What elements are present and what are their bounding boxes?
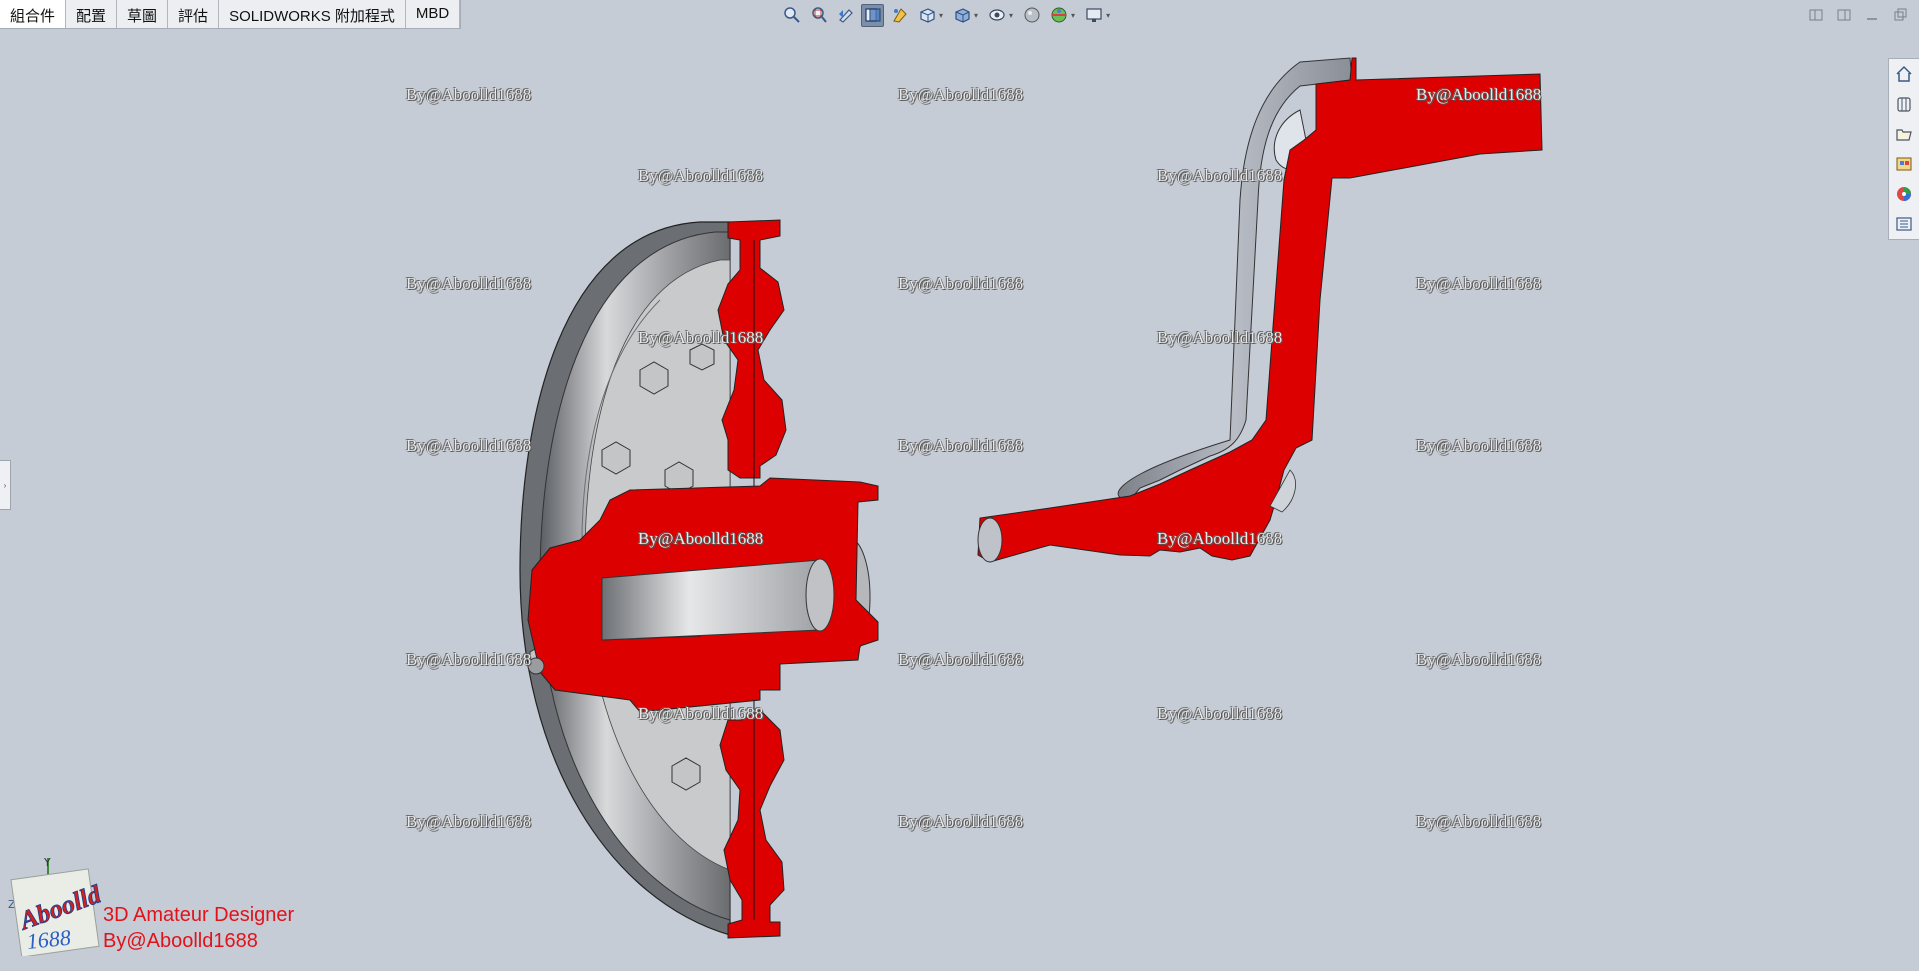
file-explorer-icon[interactable] xyxy=(1889,119,1919,149)
heads-up-view-toolbar: ▾ ▾ ▾ ▾ ▾ xyxy=(780,3,1113,27)
watermark: By@Aboolld1688 xyxy=(1416,812,1542,831)
display-style-icon[interactable] xyxy=(950,4,973,27)
tab-assembly[interactable]: 組合件 xyxy=(0,0,67,28)
watermark: By@Aboolld1688 xyxy=(898,85,1024,104)
task-pane xyxy=(1888,58,1919,240)
restore-icon[interactable] xyxy=(1891,6,1909,24)
watermark: By@Aboolld1688 xyxy=(638,166,764,185)
brand-line-2: By@Aboolld1688 xyxy=(103,930,258,952)
view-orientation-icon[interactable] xyxy=(915,4,938,27)
chevron-right-icon: › xyxy=(3,480,7,490)
tab-sketch[interactable]: 草圖 xyxy=(117,0,169,28)
minimize-icon[interactable] xyxy=(1863,6,1881,24)
tab-mbd[interactable]: MBD xyxy=(406,0,461,28)
logo-text-bottom: 1688 xyxy=(26,925,72,954)
view-settings-dropdown-icon[interactable]: ▾ xyxy=(1106,11,1110,20)
watermark: By@Aboolld1688 xyxy=(1416,85,1542,104)
watermark: By@Aboolld1688 xyxy=(1157,529,1283,548)
edit-appearance-icon[interactable] xyxy=(1020,4,1043,27)
apply-scene-dropdown-icon[interactable]: ▾ xyxy=(1071,11,1075,20)
hide-show-items-icon[interactable] xyxy=(985,4,1008,27)
tile-right-icon[interactable] xyxy=(1835,6,1853,24)
display-style-dropdown-icon[interactable]: ▾ xyxy=(974,11,978,20)
watermark: By@Aboolld1688 xyxy=(898,436,1024,455)
watermark: By@Aboolld1688 xyxy=(638,328,764,347)
watermark: By@Aboolld1688 xyxy=(1416,650,1542,669)
tab-solidworks-addins[interactable]: SOLIDWORKS 附加程式 xyxy=(219,0,406,28)
home-icon[interactable] xyxy=(1889,59,1919,89)
watermark: By@Aboolld1688 xyxy=(1416,274,1542,293)
zoom-to-area-icon[interactable] xyxy=(807,4,830,27)
watermark: By@Aboolld1688 xyxy=(1157,328,1283,347)
view-palette-icon[interactable] xyxy=(1889,149,1919,179)
appearances-icon[interactable] xyxy=(1889,179,1919,209)
watermark: By@Aboolld1688 xyxy=(406,812,532,831)
design-library-icon[interactable] xyxy=(1889,89,1919,119)
watermark: By@Aboolld1688 xyxy=(1157,704,1283,723)
watermark: By@Aboolld1688 xyxy=(1416,436,1542,455)
document-window-controls xyxy=(1807,6,1909,24)
brand-text: 3D Amateur Designer By@Aboolld1688 xyxy=(103,902,294,954)
dynamic-annotation-icon[interactable] xyxy=(888,4,911,27)
brand-line-1: 3D Amateur Designer xyxy=(103,904,295,926)
watermark: By@Aboolld1688 xyxy=(638,704,764,723)
watermark: By@Aboolld1688 xyxy=(898,650,1024,669)
arm-axle-assembly xyxy=(977,57,1543,563)
watermark: By@Aboolld1688 xyxy=(898,274,1024,293)
command-manager-tabs: 組合件 配置 草圖 評估 SOLIDWORKS 附加程式 MBD xyxy=(0,0,462,29)
reference-triad-logo: Y Z Aboolld 1688 xyxy=(6,856,106,961)
zoom-to-fit-icon[interactable] xyxy=(780,4,803,27)
tile-left-icon[interactable] xyxy=(1807,6,1825,24)
tab-evaluate[interactable]: 評估 xyxy=(168,0,220,28)
graphics-area[interactable]: By@Aboolld1688 By@Aboolld1688 By@Aboolld… xyxy=(0,0,1919,971)
section-view-icon[interactable] xyxy=(861,3,884,27)
watermark: By@Aboolld1688 xyxy=(406,436,532,455)
custom-properties-icon[interactable] xyxy=(1889,209,1919,239)
axis-y-label: Y xyxy=(43,856,51,869)
hide-show-dropdown-icon[interactable]: ▾ xyxy=(1009,11,1013,20)
watermark: By@Aboolld1688 xyxy=(406,274,532,293)
watermark: By@Aboolld1688 xyxy=(638,529,764,548)
watermark: By@Aboolld1688 xyxy=(406,85,532,104)
view-orientation-dropdown-icon[interactable]: ▾ xyxy=(939,11,943,20)
tab-layout[interactable]: 配置 xyxy=(66,0,118,28)
view-settings-icon[interactable] xyxy=(1082,4,1105,27)
feature-manager-expand-handle[interactable]: › xyxy=(0,460,11,510)
watermark: By@Aboolld1688 xyxy=(1157,166,1283,185)
watermark: By@Aboolld1688 xyxy=(406,650,532,669)
previous-view-icon[interactable] xyxy=(834,4,857,27)
watermark: By@Aboolld1688 xyxy=(898,812,1024,831)
apply-scene-icon[interactable] xyxy=(1047,4,1070,27)
